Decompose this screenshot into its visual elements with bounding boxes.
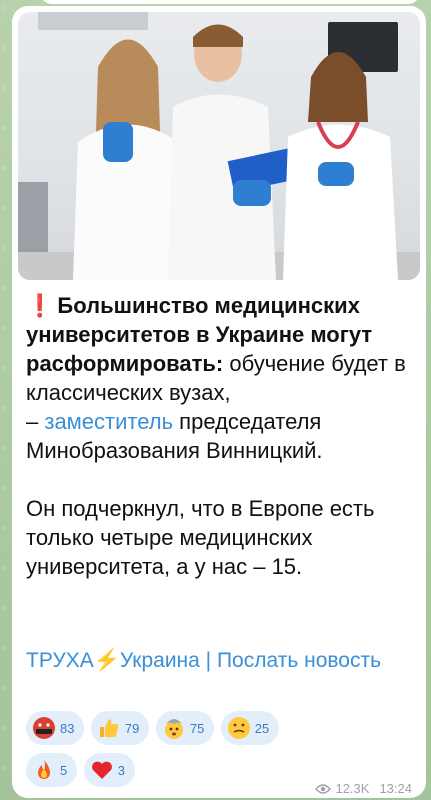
previous-message-edge bbox=[40, 0, 420, 4]
paragraph-1: ❗ Большинство медицинских университетов в… bbox=[26, 291, 411, 465]
text-link[interactable]: заместитель bbox=[44, 409, 173, 434]
message-text: ❗ Большинство медицинских университетов в… bbox=[26, 291, 411, 581]
signature-separator: | bbox=[199, 649, 217, 672]
channel-link[interactable]: ТРУХА⚡Украина bbox=[26, 649, 200, 672]
reaction-count: 25 bbox=[254, 720, 270, 736]
doctors-photo-illustration bbox=[18, 12, 420, 280]
views-count: 12.3K bbox=[335, 781, 370, 796]
send-news-link[interactable]: Послать новость bbox=[217, 649, 381, 672]
reaction-exploding-head[interactable]: 75 bbox=[155, 711, 215, 745]
exploding-head-icon bbox=[164, 719, 183, 739]
eye-icon bbox=[315, 783, 332, 794]
grimacing-face-icon bbox=[227, 717, 250, 739]
reaction-count: 3 bbox=[117, 762, 125, 778]
reaction-heart[interactable]: 3 bbox=[83, 753, 135, 787]
post-photo[interactable] bbox=[18, 12, 420, 280]
message-bubble[interactable]: ❗ Большинство медицинских университетов в… bbox=[12, 6, 426, 798]
reaction-grimacing[interactable]: 25 bbox=[220, 711, 280, 745]
paragraph-2: Он подчеркнул, что в Европе есть только … bbox=[26, 496, 375, 579]
fire-icon bbox=[38, 760, 50, 779]
reaction-angry[interactable]: 83 bbox=[26, 711, 85, 745]
message-meta: 12.3K 13:24 bbox=[315, 781, 412, 796]
angry-face-icon bbox=[33, 717, 55, 739]
reaction-count: 5 bbox=[60, 762, 68, 778]
reaction-count: 83 bbox=[60, 720, 75, 736]
channel-signature: ТРУХА⚡Украина | Послать новость bbox=[26, 646, 411, 676]
exclamation-icon: ❗ bbox=[26, 293, 54, 318]
reaction-fire[interactable]: 5 bbox=[26, 753, 78, 787]
reaction-count: 75 bbox=[189, 720, 205, 736]
text-dash: – bbox=[26, 409, 45, 434]
message-time: 13:24 bbox=[379, 781, 412, 796]
heart-icon bbox=[91, 761, 112, 779]
thumbs-up-icon bbox=[99, 719, 119, 737]
reaction-thumbs-up[interactable]: 79 bbox=[90, 711, 150, 745]
reaction-count: 79 bbox=[124, 720, 140, 736]
